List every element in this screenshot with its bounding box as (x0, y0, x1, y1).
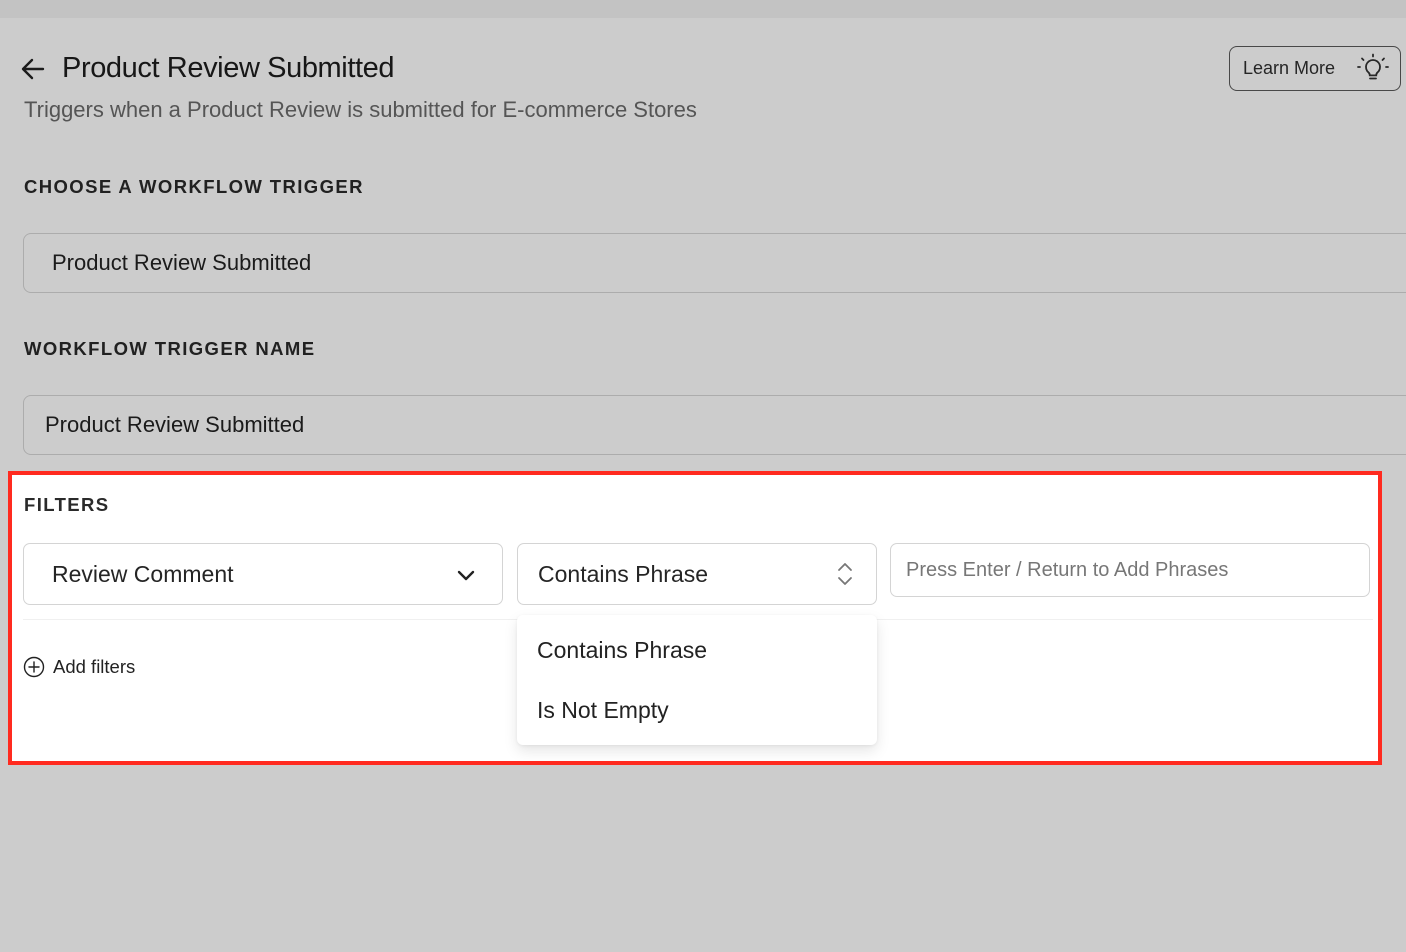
trigger-section-label: CHOOSE A WORKFLOW TRIGGER (24, 176, 364, 197)
filter-operator-value: Contains Phrase (538, 560, 709, 587)
trigger-select-value: Product Review Submitted (52, 250, 312, 275)
add-filters-label: Add filters (53, 656, 136, 677)
page-title: Product Review Submitted (62, 52, 395, 84)
chevron-up-down-icon (838, 563, 852, 585)
trigger-name-section-label: WORKFLOW TRIGGER NAME (24, 338, 316, 359)
chevron-down-icon (457, 570, 475, 581)
operator-option-contains-phrase[interactable]: Contains Phrase (537, 637, 707, 664)
add-filters-button[interactable]: Add filters (23, 656, 135, 678)
lightbulb-icon (1357, 53, 1389, 80)
top-strip (0, 0, 1406, 18)
workflow-trigger-page: Product Review Submitted Triggers when a… (0, 0, 1406, 952)
operator-option-is-not-empty[interactable]: Is Not Empty (537, 697, 669, 724)
filter-field-value: Review Comment (52, 560, 234, 587)
phrase-input[interactable] (890, 543, 1370, 597)
back-button[interactable] (18, 54, 48, 84)
trigger-name-value: Product Review Submitted (45, 412, 305, 437)
trigger-name-input[interactable]: Product Review Submitted (23, 395, 1406, 455)
learn-more-label: Learn More (1243, 58, 1336, 78)
page-subtitle: Triggers when a Product Review is submit… (24, 97, 697, 122)
filter-field-select[interactable]: Review Comment (23, 543, 503, 605)
plus-circle-icon (23, 656, 45, 678)
learn-more-button[interactable]: Learn More (1229, 46, 1401, 91)
arrow-left-icon (21, 58, 45, 80)
filters-section-label: FILTERS (24, 494, 110, 515)
operator-dropdown-menu: Contains Phrase Is Not Empty (517, 615, 877, 745)
trigger-select[interactable]: Product Review Submitted (23, 233, 1406, 293)
filter-operator-select[interactable]: Contains Phrase (517, 543, 877, 605)
filters-panel: FILTERS Review Comment Contains Phrase A… (11, 474, 1378, 762)
